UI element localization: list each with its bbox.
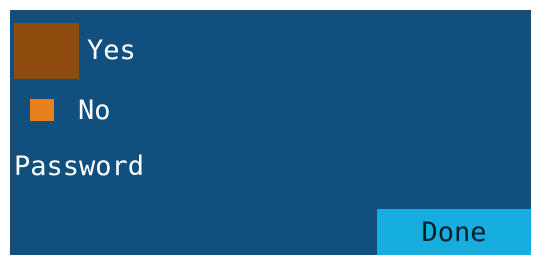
no-color-swatch[interactable] — [30, 99, 54, 121]
no-label: No — [78, 94, 111, 126]
option-yes[interactable]: Yes — [14, 18, 136, 83]
dialog-panel: Yes No Password Done — [10, 10, 531, 255]
yes-color-swatch[interactable] — [14, 22, 79, 79]
option-no[interactable]: No — [30, 88, 111, 132]
done-button[interactable]: Done — [377, 209, 531, 255]
password-label: Password — [14, 151, 145, 182]
yes-label: Yes — [87, 35, 136, 66]
